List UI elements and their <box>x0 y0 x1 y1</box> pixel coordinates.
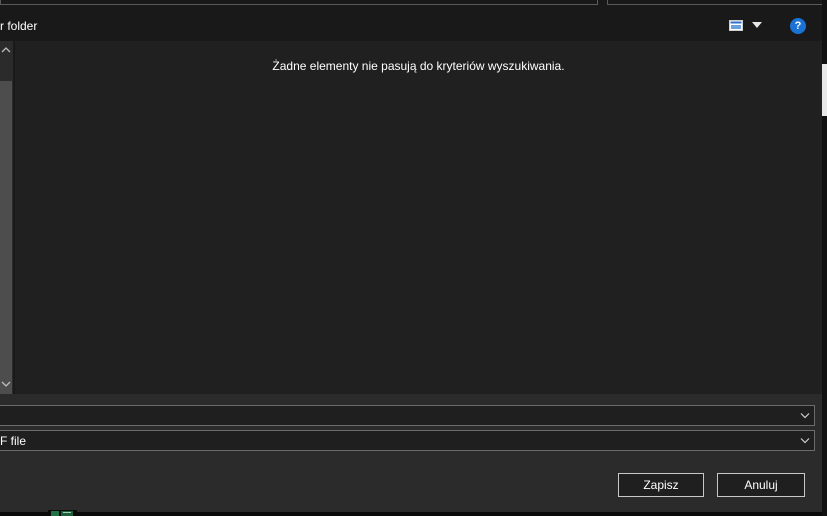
navigation-pane-scrollbar[interactable] <box>0 41 13 411</box>
view-options-icon[interactable] <box>729 20 743 31</box>
file-name-combobox[interactable] <box>0 405 815 426</box>
chevron-down-icon[interactable] <box>752 22 762 28</box>
new-folder-button[interactable]: r folder <box>0 19 37 33</box>
file-list[interactable]: Żadne elementy nie pasują do kryteriów w… <box>15 41 822 394</box>
scrollbar-thumb[interactable] <box>0 81 12 411</box>
chevron-down-icon[interactable] <box>800 437 810 444</box>
scroll-down-icon[interactable] <box>1 380 11 388</box>
file-type-select[interactable]: F file <box>0 430 815 451</box>
file-type-value: F file <box>0 434 27 448</box>
cancel-button[interactable]: Anuluj <box>717 473 805 497</box>
taskbar-edge <box>0 512 822 516</box>
help-icon[interactable]: ? <box>790 18 806 34</box>
excel-icon[interactable] <box>48 510 77 516</box>
address-bar[interactable] <box>0 0 598 5</box>
dialog-toolbar: r folder ? <box>0 0 823 41</box>
chevron-down-icon[interactable] <box>800 412 810 419</box>
empty-search-message: Żadne elementy nie pasują do kryteriów w… <box>272 59 565 73</box>
save-options-panel: F file Zapisz Anuluj <box>0 394 822 512</box>
search-box[interactable] <box>607 0 823 5</box>
save-dialog: r folder ? Żadne elementy nie pasują do … <box>0 0 827 516</box>
scroll-up-icon[interactable] <box>1 46 11 54</box>
background-window-sliver <box>822 64 827 116</box>
save-button[interactable]: Zapisz <box>618 473 704 497</box>
